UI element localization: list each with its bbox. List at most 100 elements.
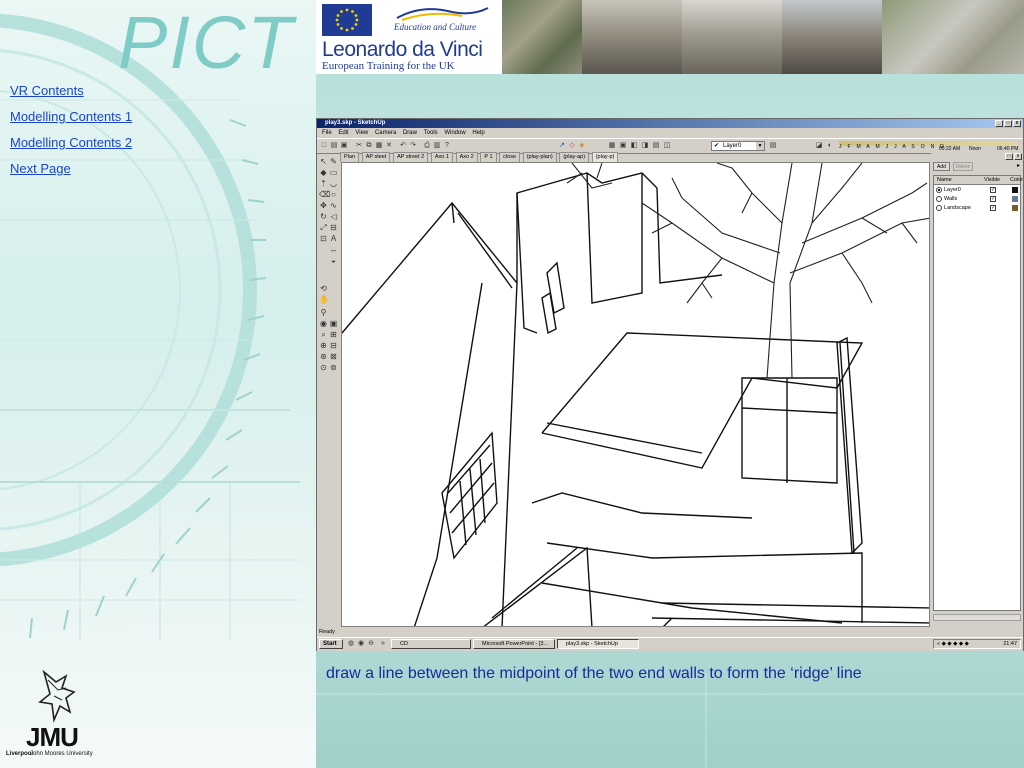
- maximize-button[interactable]: □: [1004, 120, 1012, 127]
- zoom-window-icon[interactable]: ⊞: [329, 330, 338, 339]
- quicklaunch-more-icon[interactable]: »: [379, 640, 387, 648]
- section-plane-icon[interactable]: ▣: [329, 319, 338, 328]
- task-cd[interactable]: CD: [391, 639, 471, 649]
- paste-icon[interactable]: ▦: [375, 142, 383, 150]
- menu-draw[interactable]: Draw: [403, 128, 417, 138]
- menu-window[interactable]: Window: [444, 128, 465, 138]
- print-icon[interactable]: ⎙: [423, 142, 431, 150]
- nav-link-next-page[interactable]: Next Page: [10, 161, 71, 176]
- push-pull-icon[interactable]: ⇡: [319, 179, 328, 188]
- layer-row[interactable]: Layer0 ✓: [934, 186, 1020, 194]
- visible-checkbox[interactable]: ✓: [990, 187, 996, 193]
- new-file-icon[interactable]: □: [320, 142, 328, 150]
- freehand-tool-icon[interactable]: ∿: [329, 201, 338, 210]
- shadow-settings-icon[interactable]: ◪: [815, 142, 823, 150]
- shadow-date-time-slider[interactable]: J F M A M J J A S O N D 05:22 AM Noon 06…: [839, 141, 1019, 152]
- scale-tool-icon[interactable]: ⤢: [319, 223, 328, 232]
- quicklaunch-ie-icon[interactable]: ◍: [347, 640, 355, 648]
- scene-tab-p-1[interactable]: P 1: [480, 152, 497, 162]
- display-section-icon[interactable]: ⊚: [329, 363, 338, 372]
- undo-icon[interactable]: ↶: [399, 142, 407, 150]
- dimension-tool-icon[interactable]: ↔: [329, 245, 338, 254]
- protractor-icon[interactable]: ◒: [329, 256, 338, 265]
- menu-camera[interactable]: Camera: [375, 128, 396, 138]
- scene-tab-play-ap[interactable]: (play-ap): [559, 152, 590, 162]
- save-icon[interactable]: ▣: [340, 142, 348, 150]
- scene-tab-play-p[interactable]: (play-p): [591, 152, 619, 162]
- walk-tool-icon[interactable]: ⚲: [319, 308, 328, 317]
- zoom-extents-icon[interactable]: ⊕: [319, 341, 328, 350]
- close-button[interactable]: x: [1013, 120, 1021, 127]
- layers-horizontal-scrollbar[interactable]: [933, 614, 1021, 621]
- active-layer-radio[interactable]: [936, 187, 942, 193]
- menu-view[interactable]: View: [355, 128, 368, 138]
- arrow-tool-icon[interactable]: ↗: [558, 142, 566, 150]
- pan-tool-icon[interactable]: ✋: [319, 295, 329, 304]
- view-iso-icon[interactable]: ▦: [608, 142, 616, 150]
- display-shadows-icon[interactable]: ◐: [826, 142, 834, 150]
- quicklaunch-outlook-icon[interactable]: ◉: [357, 640, 365, 648]
- scene-tab-plan[interactable]: Plan: [340, 152, 360, 162]
- add-layer-button[interactable]: Add: [933, 162, 950, 171]
- layers-details-arrow-icon[interactable]: ▸: [1017, 162, 1020, 169]
- model-info-icon[interactable]: ▥: [433, 142, 441, 150]
- active-layer-radio[interactable]: [936, 205, 942, 211]
- layers-panel-maximize-icon[interactable]: □: [1005, 153, 1013, 160]
- task-sketchup[interactable]: play3.skp - SketchUp: [557, 639, 639, 649]
- paint-bucket-icon[interactable]: ◆: [319, 168, 328, 177]
- layer-row[interactable]: Landscape ✓: [934, 204, 1020, 212]
- move-tool-icon[interactable]: ✥: [319, 201, 328, 210]
- open-folder-icon[interactable]: ▤: [330, 142, 338, 150]
- scene-tab-ap-street-2[interactable]: AP street 2: [393, 152, 429, 162]
- scene-tab-ap-steet[interactable]: AP steet: [361, 152, 391, 162]
- delete-layer-button[interactable]: Delete: [953, 162, 973, 171]
- col-visible-header[interactable]: Visible: [984, 176, 1000, 184]
- rectangle-tool-icon[interactable]: ▭: [329, 168, 338, 177]
- layer-dropdown[interactable]: ✔ Layer0 ▼: [711, 141, 765, 151]
- col-color-header[interactable]: Color: [1010, 176, 1023, 184]
- layer-color-swatch[interactable]: [1012, 196, 1018, 202]
- tray-icons[interactable]: « ◆ ◆ ◆ ◆ ◆: [937, 640, 969, 649]
- 3d-viewport[interactable]: [341, 162, 930, 627]
- minimize-button[interactable]: _: [995, 120, 1003, 127]
- quicklaunch-desktop-icon[interactable]: ⊖: [367, 640, 375, 648]
- menu-file[interactable]: File: [322, 128, 332, 138]
- rotate-tool-icon[interactable]: ↻: [319, 212, 328, 221]
- task-powerpoint[interactable]: Microsoft PowerPoint - [3...: [473, 639, 555, 649]
- scene-tab-play-plan[interactable]: (play-plan): [522, 152, 557, 162]
- scene-tab-axo-2[interactable]: Axo 2: [455, 152, 478, 162]
- visible-checkbox[interactable]: ✓: [990, 196, 996, 202]
- offset-tool-icon[interactable]: ⊡: [319, 234, 328, 243]
- copy-icon[interactable]: ⧉: [365, 142, 373, 150]
- redo-icon[interactable]: ↷: [409, 142, 417, 150]
- menu-help[interactable]: Help: [472, 128, 484, 138]
- polygon-tool-icon[interactable]: ◁: [329, 212, 338, 221]
- circle-tool-icon[interactable]: ○: [329, 190, 338, 199]
- view-left-icon[interactable]: ◫: [663, 142, 671, 150]
- orbit-tool-icon[interactable]: ⟲: [319, 284, 328, 293]
- menu-tools[interactable]: Tools: [424, 128, 438, 138]
- scene-tab-axo-1[interactable]: Axo 1: [430, 152, 453, 162]
- nav-link-modelling-contents-2[interactable]: Modelling Contents 2: [10, 135, 132, 150]
- nav-link-modelling-contents-1[interactable]: Modelling Contents 1: [10, 109, 132, 124]
- next-view-icon[interactable]: ⊠: [329, 352, 338, 361]
- active-layer-radio[interactable]: [936, 196, 942, 202]
- walkthrough-icon[interactable]: ⊙: [319, 363, 328, 372]
- layer-manager-icon[interactable]: ▤: [769, 142, 777, 150]
- zoom-tool-icon[interactable]: ⌕: [319, 330, 328, 339]
- model-drawing[interactable]: [342, 163, 930, 627]
- tape-measure-icon[interactable]: ⊟: [329, 223, 338, 232]
- component-icon[interactable]: ◇: [568, 142, 576, 150]
- erase-icon[interactable]: ✕: [385, 142, 393, 150]
- view-front-icon[interactable]: ◧: [630, 142, 638, 150]
- look-around-icon[interactable]: ◉: [319, 319, 328, 328]
- eraser-icon[interactable]: ⌫: [319, 190, 330, 199]
- layers-panel-close-icon[interactable]: x: [1014, 153, 1022, 160]
- scene-tab-close[interactable]: close: [499, 152, 521, 162]
- select-tool-icon[interactable]: ↖: [319, 157, 328, 166]
- menu-edit[interactable]: Edit: [338, 128, 348, 138]
- view-top-icon[interactable]: ▣: [619, 142, 627, 150]
- text-tool-icon[interactable]: A: [329, 234, 338, 243]
- view-back-icon[interactable]: ▤: [652, 142, 660, 150]
- visible-checkbox[interactable]: ✓: [990, 205, 996, 211]
